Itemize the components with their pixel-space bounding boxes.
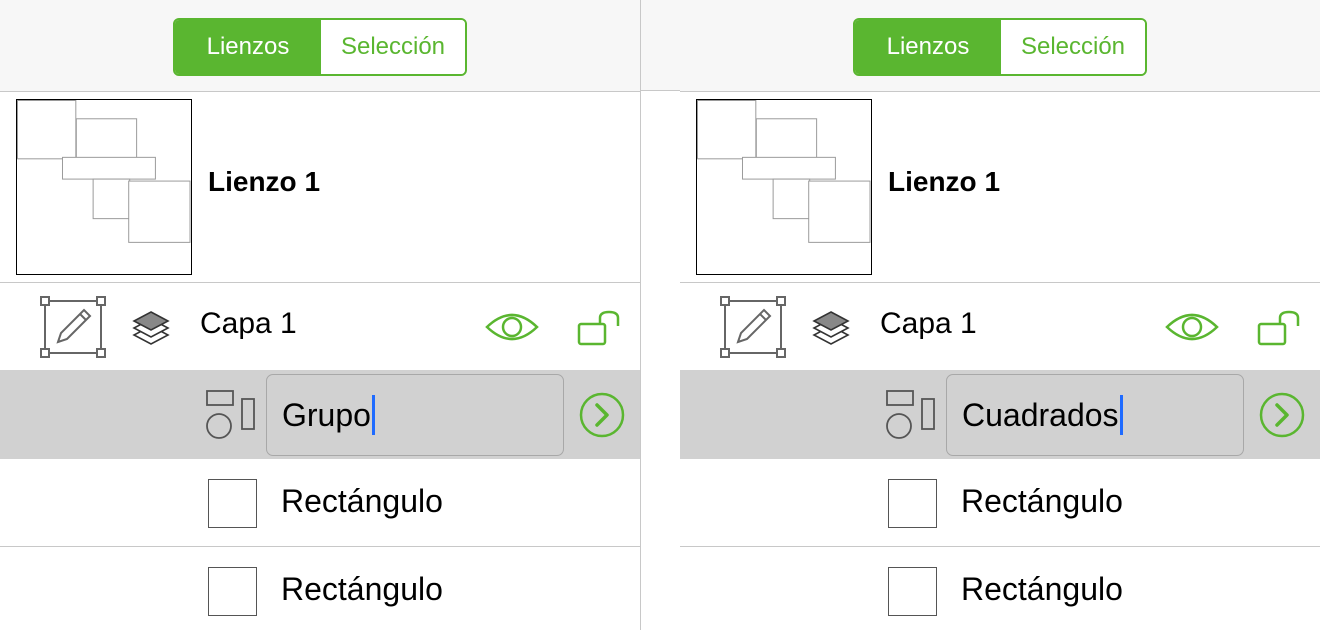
shape-name: Rectángulo: [961, 483, 1123, 519]
tab-canvases[interactable]: Lienzos: [175, 20, 321, 74]
shape-name: Rectángulo: [961, 571, 1123, 607]
group-name-field[interactable]: Cuadrados: [946, 374, 1244, 456]
eye-icon[interactable]: [485, 311, 539, 343]
edit-layer-icon[interactable]: [720, 296, 786, 358]
canvas-row[interactable]: Lienzo 1: [0, 92, 640, 283]
outline-panel-right: Lienzos Selección Lienzo 1 Capa 1 Cuadra…: [680, 0, 1320, 630]
tab-selection[interactable]: Selección: [1001, 20, 1145, 74]
gutter: [641, 0, 680, 630]
layer-row[interactable]: Capa 1: [680, 283, 1320, 370]
outline-panel-left: Lienzos Selección Lienzo 1 Capa 1 Grupo …: [0, 0, 640, 630]
list-item[interactable]: Rectángulo: [0, 459, 640, 547]
canvas-row[interactable]: Lienzo 1: [680, 92, 1320, 283]
layer-name: Capa 1: [200, 307, 297, 340]
eye-icon[interactable]: [1165, 311, 1219, 343]
group-name-value: Cuadrados: [962, 396, 1119, 433]
rectangle-icon: [208, 567, 257, 616]
group-name-value: Grupo: [282, 396, 371, 433]
segmented-control: Lienzos Selección: [853, 18, 1147, 76]
group-row-selected[interactable]: Cuadrados: [680, 370, 1320, 459]
layer-name: Capa 1: [880, 307, 977, 340]
unlock-icon[interactable]: [577, 310, 623, 346]
chevron-right-icon[interactable]: [579, 392, 625, 438]
group-name-field[interactable]: Grupo: [266, 374, 564, 456]
list-item[interactable]: Rectángulo: [680, 547, 1320, 630]
rectangle-icon: [888, 479, 937, 528]
canvas-name: Lienzo 1: [208, 166, 321, 197]
list-item[interactable]: Rectángulo: [0, 547, 640, 630]
rectangle-icon: [208, 479, 257, 528]
list-item[interactable]: Rectángulo: [680, 459, 1320, 547]
layer-row[interactable]: Capa 1: [0, 283, 640, 370]
canvas-thumbnail: [696, 99, 872, 275]
unlock-icon[interactable]: [1257, 310, 1303, 346]
tab-canvases[interactable]: Lienzos: [855, 20, 1001, 74]
sidebar-header: Lienzos Selección: [680, 0, 1320, 92]
layers-icon: [132, 311, 170, 345]
shape-name: Rectángulo: [281, 571, 443, 607]
group-shapes-icon: [206, 390, 255, 439]
layers-icon: [812, 311, 850, 345]
group-row-selected[interactable]: Grupo: [0, 370, 640, 459]
rectangle-icon: [888, 567, 937, 616]
segmented-control: Lienzos Selección: [173, 18, 467, 76]
chevron-right-icon[interactable]: [1259, 392, 1305, 438]
text-caret: [1119, 395, 1123, 435]
gutter-top: [641, 0, 680, 91]
group-shapes-icon: [886, 390, 935, 439]
sidebar-header: Lienzos Selección: [0, 0, 640, 92]
text-caret: [371, 395, 375, 435]
tab-selection[interactable]: Selección: [321, 20, 465, 74]
shape-name: Rectángulo: [281, 483, 443, 519]
canvas-thumbnail: [16, 99, 192, 275]
edit-layer-icon[interactable]: [40, 296, 106, 358]
canvas-name: Lienzo 1: [888, 166, 1001, 197]
